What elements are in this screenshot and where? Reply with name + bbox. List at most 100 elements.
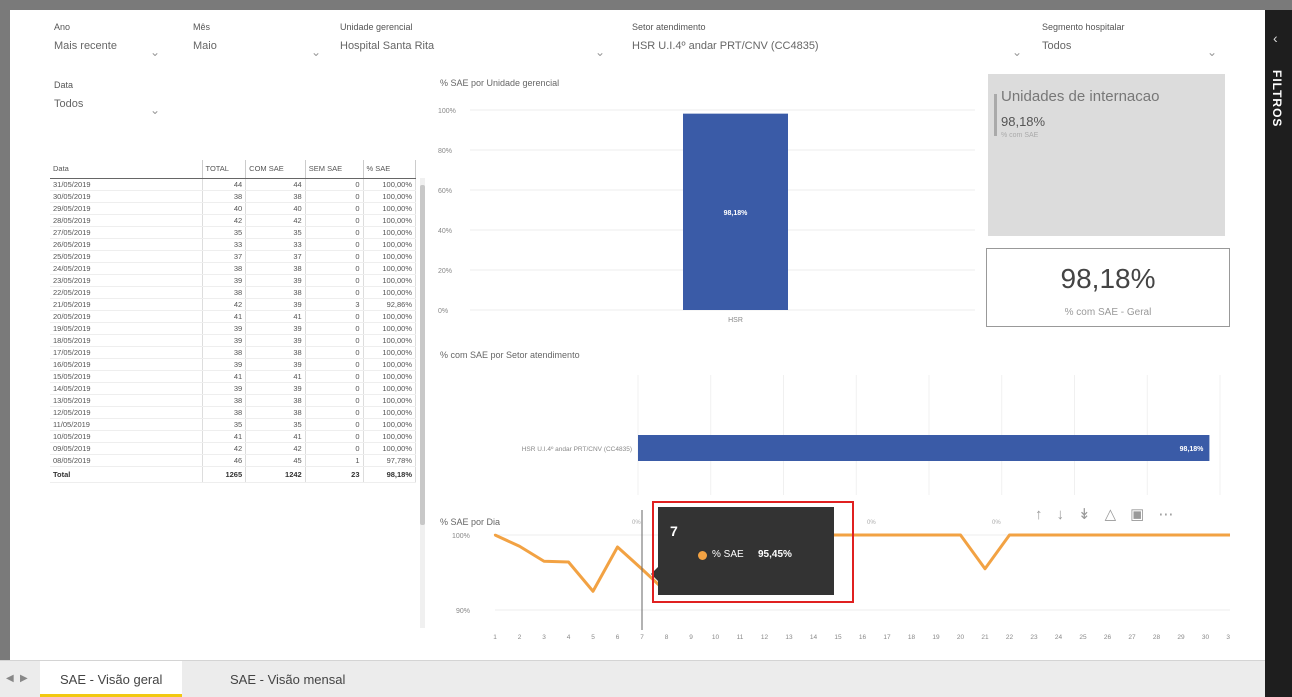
x-tick-label: 19	[932, 634, 940, 640]
more-options-icon[interactable]: ⋯	[1158, 506, 1173, 523]
table-row[interactable]: 23/05/2019 39 39 0 100,00%	[50, 274, 417, 287]
table-cell: 42	[245, 442, 306, 455]
table-row[interactable]: 29/05/2019 40 40 0 100,00%	[50, 202, 417, 215]
table-cell: 26/05/2019	[50, 238, 203, 251]
table-row[interactable]: 18/05/2019 39 39 0 100,00%	[50, 334, 417, 347]
table-row[interactable]: 25/05/2019 37 37 0 100,00%	[50, 250, 417, 263]
table-cell: 0	[305, 394, 364, 407]
tab-visao-geral[interactable]: SAE - Visão geral	[40, 661, 183, 697]
table-row[interactable]: 20/05/2019 41 41 0 100,00%	[50, 310, 417, 323]
table-row[interactable]: 12/05/2019 38 38 0 100,00%	[50, 406, 417, 419]
table-cell: 0	[305, 382, 364, 395]
slicer-data-value: Todos	[54, 98, 84, 110]
table-row[interactable]: 09/05/2019 42 42 0 100,00%	[50, 442, 417, 455]
chevron-left-icon[interactable]: ‹	[1273, 30, 1278, 46]
chevron-down-icon[interactable]: ⌄	[595, 45, 605, 59]
column-header[interactable]: COM SAE	[245, 160, 306, 179]
slicer-segmento[interactable]: Segmento hospitalar Todos ⌄	[1042, 22, 1222, 59]
drill-down-icon[interactable]: ↓	[1057, 506, 1065, 523]
tab-next-icon[interactable]: ▶	[20, 673, 28, 684]
x-tick-label: 20	[957, 634, 965, 640]
x-tick-label: 14	[810, 634, 818, 640]
slicer-setor[interactable]: Setor atendimento HSR U.I.4º andar PRT/C…	[632, 22, 1027, 59]
table-cell: 38	[245, 346, 306, 359]
tab-prev-icon[interactable]: ◀	[6, 673, 14, 684]
slicer-unidade-value: Hospital Santa Rita	[340, 40, 435, 52]
table-cell: 0	[305, 430, 364, 443]
y-category-label: HSR U.I.4º andar PRT/CNV (CC4835)	[522, 446, 632, 453]
expand-next-level-icon[interactable]: ↡	[1078, 506, 1091, 523]
table-cell: 92,86%	[363, 298, 417, 311]
table-cell: 38	[245, 394, 306, 407]
chevron-down-icon[interactable]: ⌄	[1207, 45, 1217, 59]
column-header[interactable]: TOTAL	[202, 160, 247, 179]
table-cell: 100,00%	[363, 190, 417, 203]
drill-up-icon[interactable]: ↑	[1035, 506, 1043, 523]
filters-pane-label: FILTROS	[1270, 70, 1284, 128]
table-row[interactable]: 08/05/2019 46 45 1 97,78%	[50, 454, 417, 467]
focus-mode-icon[interactable]: ▣	[1130, 506, 1144, 523]
slicer-mes[interactable]: Mês Maio ⌄	[193, 22, 321, 59]
table-row[interactable]: 13/05/2019 38 38 0 100,00%	[50, 394, 417, 407]
chevron-down-icon[interactable]: ⌄	[311, 45, 321, 59]
table-row[interactable]: 30/05/2019 38 38 0 100,00%	[50, 190, 417, 203]
table-row[interactable]: 10/05/2019 41 41 0 100,00%	[50, 430, 417, 443]
table-cell: 16/05/2019	[50, 358, 203, 371]
table-row[interactable]: 28/05/2019 42 42 0 100,00%	[50, 214, 417, 227]
table-row[interactable]: 11/05/2019 35 35 0 100,00%	[50, 418, 417, 431]
table-cell: 14/05/2019	[50, 382, 203, 395]
table-row[interactable]: 31/05/2019 44 44 0 100,00%	[50, 178, 417, 191]
table-cell: 0	[305, 310, 364, 323]
table-row[interactable]: 22/05/2019 38 38 0 100,00%	[50, 286, 417, 299]
data-point	[959, 533, 962, 537]
table-cell: 09/05/2019	[50, 442, 203, 455]
table-cell: 38	[202, 190, 247, 203]
slicer-ano-label: Ano	[54, 22, 71, 32]
column-header[interactable]: SEM SAE	[305, 160, 364, 179]
table-cell: 37	[245, 250, 306, 263]
table-cell: 100,00%	[363, 418, 417, 431]
table-scrollbar-thumb[interactable]	[420, 185, 425, 525]
slicer-unidade[interactable]: Unidade gerencial Hospital Santa Rita ⌄	[340, 22, 608, 59]
table-row[interactable]: 14/05/2019 39 39 0 100,00%	[50, 382, 417, 395]
table-row[interactable]: 17/05/2019 38 38 0 100,00%	[50, 346, 417, 359]
table-row[interactable]: 16/05/2019 39 39 0 100,00%	[50, 358, 417, 371]
tab-visao-mensal[interactable]: SAE - Visão mensal	[210, 661, 365, 697]
x-tick-label: 18	[908, 634, 916, 640]
table-total-cell: 98,18%	[363, 465, 417, 483]
table-row[interactable]: 27/05/2019 35 35 0 100,00%	[50, 226, 417, 239]
filters-pane[interactable]: ‹ FILTROS	[1265, 10, 1292, 697]
table-cell: 46	[202, 454, 247, 467]
table-row[interactable]: 21/05/2019 42 39 3 92,86%	[50, 298, 417, 311]
table-total-row: Total 1265 1242 23 98,18%	[50, 465, 417, 483]
drill-all-icon[interactable]: △	[1105, 506, 1117, 523]
x-tick-label: 2	[518, 634, 522, 640]
slicer-ano[interactable]: Ano Mais recente ⌄	[54, 22, 164, 59]
x-tick-label: 31	[1226, 634, 1230, 640]
slicer-data[interactable]: Data Todos ⌄	[54, 80, 164, 117]
column-header[interactable]: % SAE	[363, 160, 417, 179]
table-row[interactable]: 15/05/2019 41 41 0 100,00%	[50, 370, 417, 383]
table-cell: 3	[305, 298, 364, 311]
chevron-down-icon[interactable]: ⌄	[150, 103, 160, 117]
table-cell: 0	[305, 226, 364, 239]
visual-toolbar: ↑ ↓ ↡ △ ▣ ⋯	[1035, 505, 1187, 523]
table-cell: 24/05/2019	[50, 262, 203, 275]
column-header[interactable]: Data	[50, 160, 203, 179]
table-cell: 41	[202, 310, 247, 323]
table-cell: 100,00%	[363, 178, 417, 191]
table-cell: 40	[245, 202, 306, 215]
table-row[interactable]: 19/05/2019 39 39 0 100,00%	[50, 322, 417, 335]
table-cell: 39	[245, 358, 306, 371]
y-tick-label: 60%	[438, 188, 452, 195]
y-tick-label: 90%	[456, 608, 470, 615]
x-tick-label: 1	[493, 634, 497, 640]
table-row[interactable]: 26/05/2019 33 33 0 100,00%	[50, 238, 417, 251]
table-cell: 33	[245, 238, 306, 251]
table-cell: 38	[245, 286, 306, 299]
chevron-down-icon[interactable]: ⌄	[150, 45, 160, 59]
table-total-cell: 1242	[245, 465, 306, 483]
chevron-down-icon[interactable]: ⌄	[1012, 45, 1022, 59]
table-row[interactable]: 24/05/2019 38 38 0 100,00%	[50, 262, 417, 275]
table-cell: 0	[305, 202, 364, 215]
